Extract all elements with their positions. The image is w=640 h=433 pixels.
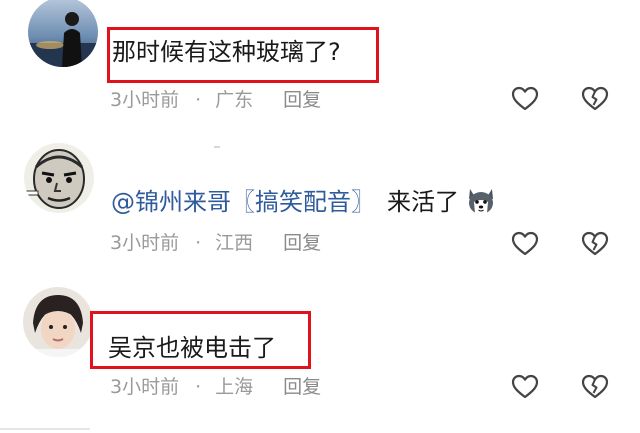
comment-location: 江西 [215, 232, 254, 254]
heart-outline-icon[interactable] [511, 373, 539, 401]
comment-text-body: 来活了 [387, 188, 459, 216]
comment-location: 广东 [215, 89, 254, 111]
broken-heart-icon[interactable] [581, 230, 609, 258]
heart-outline-icon[interactable] [511, 85, 539, 113]
broken-heart-icon[interactable] [581, 85, 609, 113]
comment-item: 那时候有这种玻璃了? 3小时前 · 广东 回复 [0, 0, 640, 140]
comment-meta: 3小时前 · 江西 回复 [110, 231, 321, 255]
meta-separator: · [195, 89, 202, 111]
mention-link[interactable]: @锦州来哥〖搞笑配音〗 [111, 188, 375, 216]
comment-time: 3小时前 [110, 89, 180, 111]
highlight-box [107, 27, 379, 83]
meta-separator: · [195, 376, 202, 398]
avatar[interactable] [23, 287, 93, 357]
comment-meta: 3小时前 · 上海 回复 [110, 375, 321, 399]
comment-text: @锦州来哥〖搞笑配音〗 来活了 [111, 186, 497, 219]
comment-item: @锦州来哥〖搞笑配音〗 来活了 3小时前 · 江西 回复 [0, 140, 640, 280]
heart-outline-icon[interactable] [511, 230, 539, 258]
comment-item: 吴京也被电击了 3小时前 · 上海 回复 [0, 280, 640, 433]
avatar[interactable] [24, 143, 94, 213]
highlight-box [90, 311, 311, 369]
avatar[interactable] [28, 0, 98, 67]
reply-button[interactable]: 回复 [283, 88, 321, 112]
meta-separator: · [195, 232, 202, 254]
reply-button[interactable]: 回复 [283, 231, 321, 255]
comment-time: 3小时前 [110, 232, 180, 254]
comment-meta: 3小时前 · 广东 回复 [110, 88, 321, 112]
broken-heart-icon[interactable] [581, 373, 609, 401]
comment-time: 3小时前 [110, 376, 180, 398]
reply-button[interactable]: 回复 [283, 375, 321, 399]
divider [0, 428, 90, 430]
husky-dog-emoji [469, 189, 493, 215]
comment-location: 上海 [215, 376, 254, 398]
